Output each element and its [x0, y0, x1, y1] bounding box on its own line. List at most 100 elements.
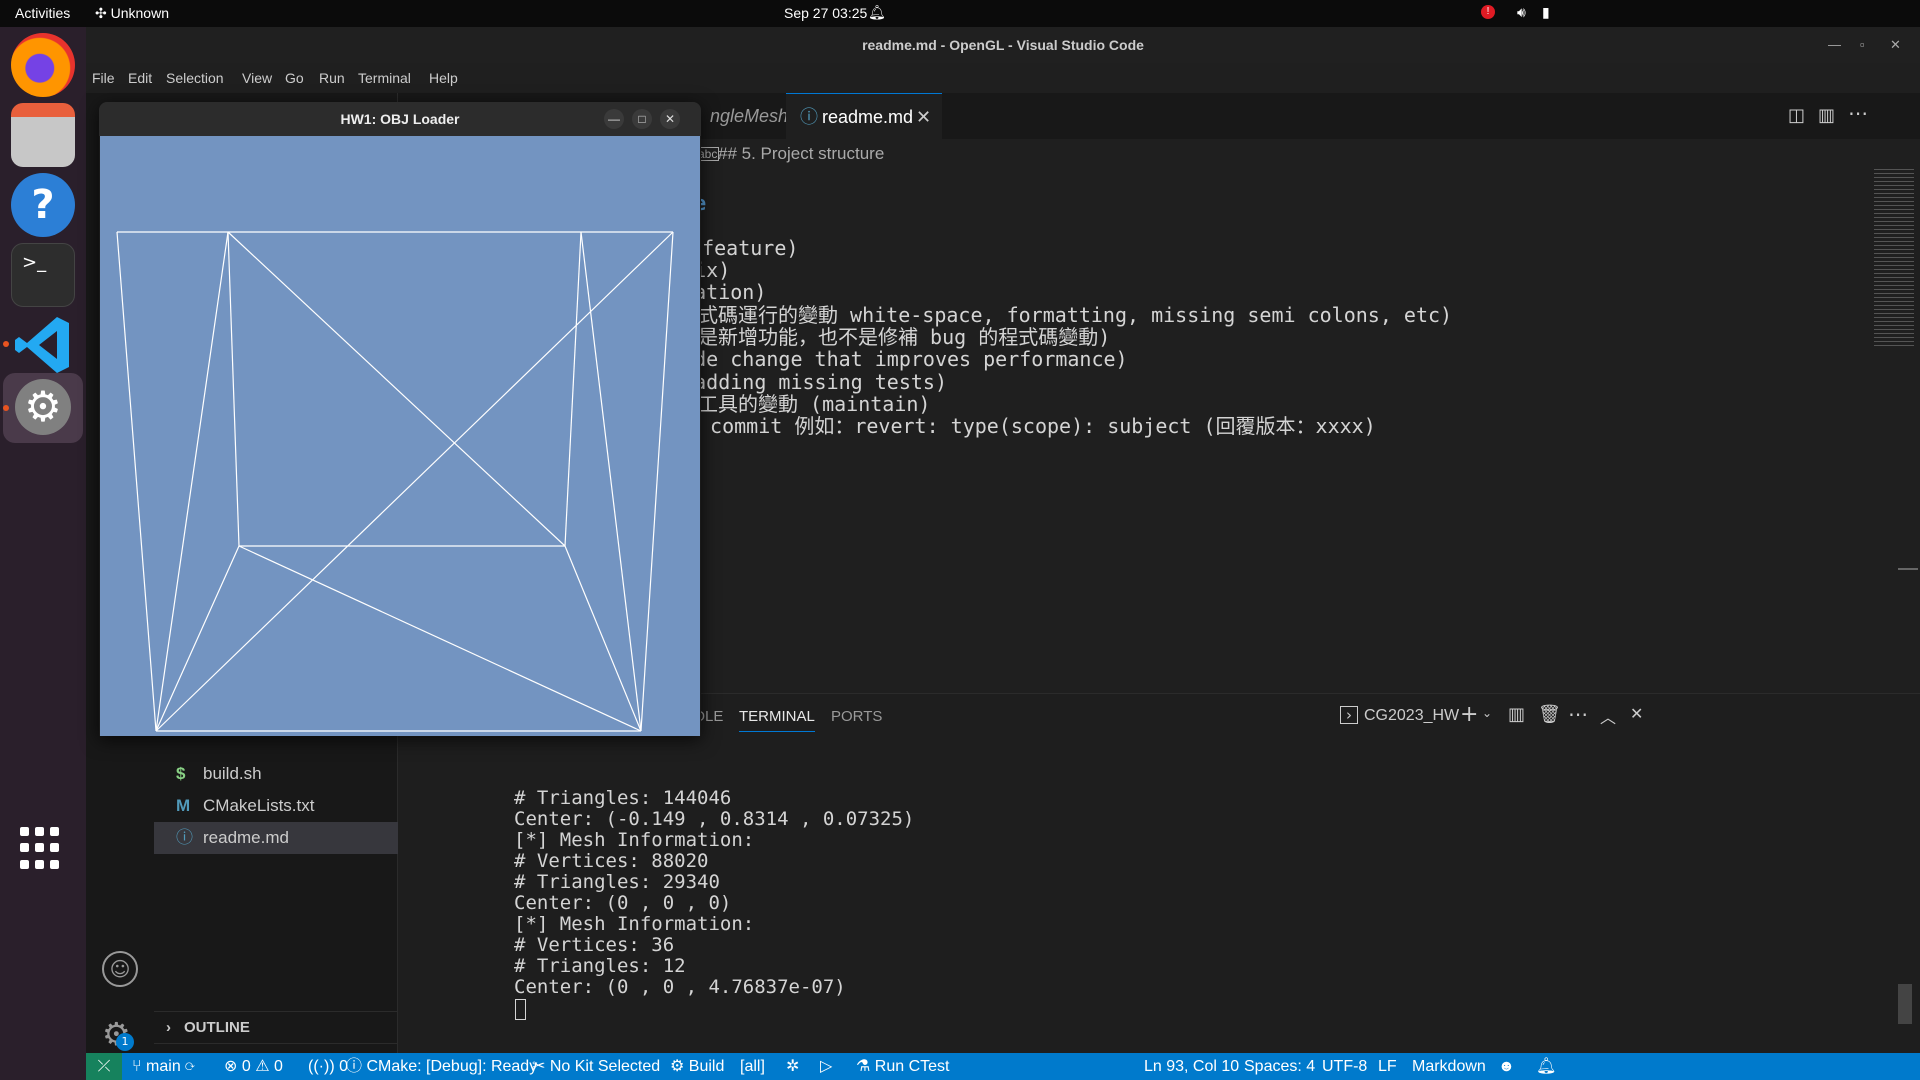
code-line: 前的 commit 例如：revert: type(scope): subjec… — [658, 414, 1376, 438]
file-item[interactable]: M CMakeLists.txt — [154, 790, 398, 822]
kit-text: No Kit Selected — [549, 1058, 661, 1075]
build-target[interactable]: [all] — [740, 1053, 765, 1080]
kit-status[interactable]: ✂ No Kit Selected — [532, 1053, 660, 1080]
chevron-down-icon[interactable]: ⌄ — [1482, 706, 1492, 720]
terminal-scrollbar[interactable] — [1898, 984, 1912, 1024]
new-terminal-icon[interactable]: + — [1460, 702, 1478, 727]
files-icon[interactable] — [11, 103, 75, 167]
battery-icon[interactable]: ▮ — [1542, 4, 1550, 21]
menu-run[interactable]: Run — [319, 63, 345, 93]
code-line: 響程式碼運行的變動 white-space, formatting, missi… — [658, 303, 1453, 327]
opengl-window[interactable]: HW1: OBJ Loader — □ ✕ — [99, 102, 701, 736]
copilot-icon[interactable]: ☻ — [1498, 1053, 1515, 1080]
notifications-icon[interactable]: 🔔︎ — [1536, 1053, 1556, 1080]
ports-icon: ((·)) — [308, 1058, 340, 1075]
section-title: OUTLINE — [184, 1019, 250, 1036]
remote-icon[interactable]: ⤫ — [86, 1053, 122, 1080]
window-titlebar[interactable]: readme.md - OpenGL - Visual Studio Code … — [86, 27, 1920, 63]
terminal-cursor[interactable] — [515, 999, 526, 1020]
accounts-icon[interactable]: ☺ — [102, 951, 138, 987]
more-actions-icon[interactable]: ⋯ — [1568, 702, 1588, 726]
flask-icon: ⚗ — [856, 1058, 875, 1075]
indentation[interactable]: Spaces: 4 — [1244, 1053, 1315, 1080]
wireframe-cube-svg — [116, 231, 674, 732]
terminal-icon: › — [1340, 706, 1358, 724]
breadcrumb-section[interactable]: ## 5. Project structure — [718, 139, 884, 169]
settings-app-highlight[interactable]: ⚙ — [3, 373, 83, 443]
debug-icon[interactable]: ✲ — [786, 1053, 799, 1080]
language-mode[interactable]: Markdown — [1412, 1053, 1486, 1080]
close-button[interactable]: ✕ — [660, 109, 680, 129]
gear-icon: ⚙ — [670, 1058, 689, 1075]
line-ending[interactable]: LF — [1378, 1053, 1397, 1080]
encoding[interactable]: UTF-8 — [1322, 1053, 1367, 1080]
app-name: Unknown — [110, 5, 169, 21]
close-tab-icon[interactable]: ✕ — [916, 94, 931, 140]
menu-file[interactable]: File — [92, 63, 115, 93]
settings-gear-icon: ⚙ — [15, 379, 71, 435]
menu-help[interactable]: Help — [429, 63, 458, 93]
file-name: CMakeLists.txt — [203, 796, 315, 815]
minimize-button[interactable]: — — [1828, 27, 1841, 63]
minimize-button[interactable]: — — [604, 109, 624, 129]
ports-status[interactable]: ((·)) 0 — [308, 1053, 348, 1080]
code-line: code change that improves performance) — [658, 347, 1128, 371]
problems-status[interactable]: ⊗ 0 ⚠ 0 — [224, 1053, 283, 1080]
maximize-panel-icon[interactable]: ︿ — [1600, 704, 1616, 728]
help-icon[interactable]: ? — [11, 173, 75, 237]
running-indicator — [3, 405, 9, 411]
code-line: 既不是新增功能，也不是修補 bug 的程式碼變動) — [658, 325, 1111, 349]
shell-file-icon: $ — [176, 764, 186, 783]
preview-icon[interactable]: ◫ — [1788, 105, 1805, 126]
terminal-name[interactable]: CG2023_HW — [1364, 707, 1459, 725]
cmake-text: CMake: [Debug]: Ready — [366, 1058, 538, 1075]
maximize-button[interactable]: ▫ — [1860, 27, 1865, 63]
maximize-button[interactable]: □ — [632, 109, 652, 129]
bottom-panel: CONSOLE TERMINAL PORTS › CG2023_HW + ⌄ ▥… — [398, 693, 1920, 1053]
close-window-button[interactable]: ✕ — [1890, 27, 1901, 63]
branch-status[interactable]: ⑂ main ⟳ — [132, 1053, 195, 1080]
opengl-render-canvas[interactable] — [100, 136, 700, 736]
outline-section[interactable]: › OUTLINE — [154, 1011, 398, 1043]
tab-ports[interactable]: PORTS — [831, 708, 882, 725]
app-menu-icon: ✣ — [95, 5, 107, 21]
code-line: en adding missing tests) — [658, 370, 947, 394]
opengl-window-titlebar[interactable]: HW1: OBJ Loader — □ ✕ — [99, 102, 701, 136]
ctest-button[interactable]: ⚗ Run CTest — [856, 1053, 950, 1080]
status-bar: ⤫ ⑂ main ⟳ ⊗ 0 ⚠ 0 ((·)) 0 ⓘ CMake: [Deb… — [86, 1053, 1920, 1080]
show-apps-icon[interactable] — [20, 827, 64, 871]
more-actions-icon[interactable]: ⋯ — [1848, 101, 1868, 125]
menu-go[interactable]: Go — [285, 63, 304, 93]
close-panel-icon[interactable]: ✕ — [1630, 704, 1643, 723]
clock[interactable]: Sep 27 03:25 — [784, 0, 867, 27]
vscode-icon[interactable] — [11, 313, 75, 377]
trash-icon[interactable]: 🗑︎ — [1538, 704, 1561, 725]
tools-icon: ✂ — [532, 1058, 550, 1075]
app-menu[interactable]: ✣ Unknown — [95, 0, 169, 27]
tab-readme[interactable]: ⓘ readme.md ✕ — [786, 93, 942, 139]
file-item-selected[interactable]: ⓘ readme.md — [154, 822, 398, 854]
cursor-position[interactable]: Ln 93, Col 10 — [1144, 1053, 1239, 1080]
activities-button[interactable]: Activities — [15, 0, 70, 27]
gnome-top-bar: Activities ✣ Unknown Sep 27 03:25 🔔︎ ! 🔊… — [0, 0, 1920, 27]
menu-view[interactable]: View — [242, 63, 272, 93]
file-item[interactable]: $ build.sh — [154, 758, 398, 790]
alert-icon[interactable]: ! — [1481, 5, 1495, 19]
run-icon[interactable]: ▷ — [820, 1053, 832, 1080]
warning-count: 0 — [274, 1058, 283, 1075]
scroll-marker — [1898, 568, 1918, 570]
settings-badge: 1 — [116, 1033, 134, 1051]
menu-edit[interactable]: Edit — [128, 63, 152, 93]
minimap[interactable] — [1874, 169, 1914, 349]
tab-terminal[interactable]: TERMINAL — [739, 708, 815, 732]
split-terminal-icon[interactable]: ▥ — [1508, 704, 1525, 725]
menu-selection[interactable]: Selection — [166, 63, 224, 93]
terminal-line: Center: (0 , 0 , 4.76837e-07) — [514, 976, 846, 998]
split-editor-icon[interactable]: ▥ — [1818, 105, 1835, 126]
cmake-status[interactable]: ⓘ CMake: [Debug]: Ready — [346, 1053, 537, 1080]
terminal-icon[interactable]: >_ — [11, 243, 75, 307]
menu-terminal[interactable]: Terminal — [358, 63, 411, 93]
volume-icon[interactable]: 🔊︎ — [1517, 4, 1526, 21]
firefox-icon[interactable] — [11, 33, 75, 97]
build-button[interactable]: ⚙ Build — [670, 1053, 724, 1080]
